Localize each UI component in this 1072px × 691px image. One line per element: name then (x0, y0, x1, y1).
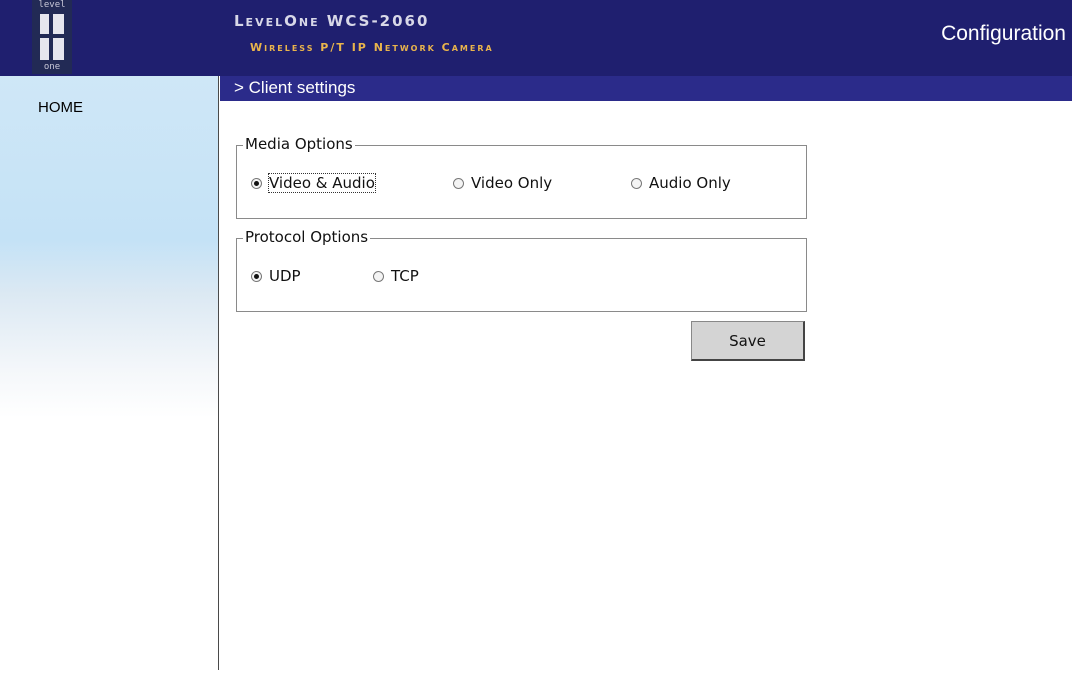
brand-subtitle: Wireless P/T IP Network Camera (250, 41, 494, 54)
sidebar-divider (218, 76, 219, 670)
sidebar: HOME (0, 76, 219, 418)
radio-unselected-icon[interactable] (453, 177, 464, 189)
sidebar-item-home[interactable]: HOME (38, 99, 83, 116)
radio-label: Video Only (471, 174, 553, 192)
levelone-logo: level one (32, 0, 72, 74)
page-mode-title: Configuration (941, 22, 1066, 45)
radio-unselected-icon[interactable] (631, 177, 642, 189)
save-button[interactable]: Save (691, 321, 805, 361)
radio-video-audio[interactable]: Video & Audio (251, 173, 376, 193)
header-banner: level one LevelOne WCS-2060 Wireless P/T… (0, 0, 1072, 76)
protocol-options-legend: Protocol Options (243, 228, 371, 246)
radio-video-only[interactable]: Video Only (453, 174, 552, 192)
radio-audio-only[interactable]: Audio Only (631, 174, 731, 192)
radio-label: TCP (391, 267, 419, 285)
media-options-group: Media Options Video & Audio Video Only A… (236, 135, 807, 219)
brand-title: LevelOne WCS-2060 (234, 12, 430, 30)
radio-selected-icon[interactable] (251, 270, 262, 282)
media-options-legend: Media Options (243, 135, 355, 153)
radio-udp[interactable]: UDP (251, 267, 301, 285)
radio-label: Video & Audio (268, 173, 376, 193)
section-header: > Client settings (220, 76, 1072, 101)
logo-bottom-text: one (43, 62, 61, 72)
protocol-options-group: Protocol Options UDP TCP (236, 228, 807, 312)
radio-selected-icon[interactable] (251, 177, 262, 189)
radio-unselected-icon[interactable] (373, 270, 384, 282)
radio-label: UDP (269, 267, 301, 285)
radio-tcp[interactable]: TCP (373, 267, 419, 285)
logo-mark-icon (40, 14, 64, 60)
radio-label: Audio Only (649, 174, 731, 192)
logo-top-text: level (38, 0, 66, 10)
section-title: > Client settings (234, 78, 356, 97)
